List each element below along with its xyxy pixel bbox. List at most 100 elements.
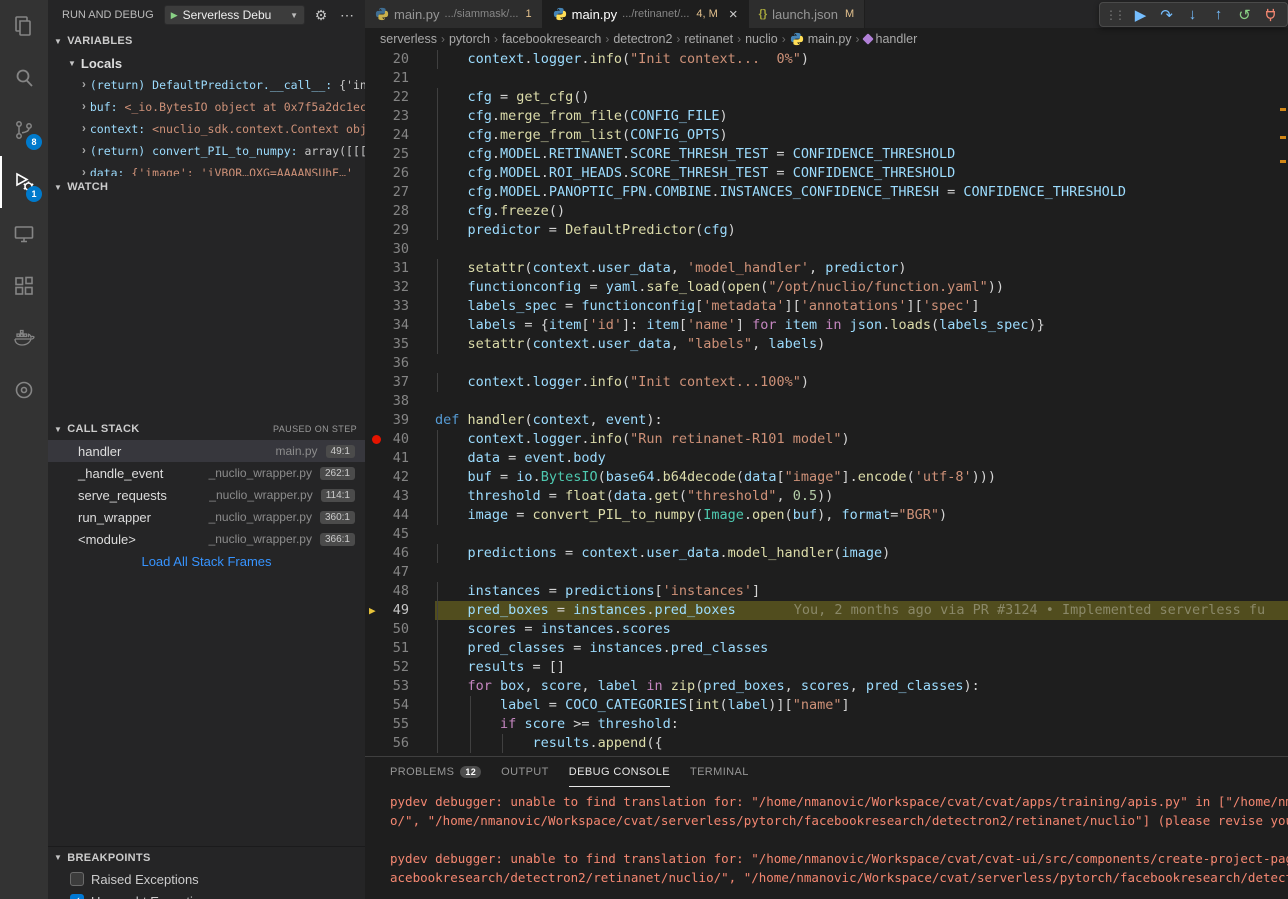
start-debugging-icon[interactable]: ▶	[171, 10, 178, 21]
variable-row[interactable]: ›(return) convert_PIL_to_numpy: array([[…	[48, 140, 365, 162]
watch-section-header[interactable]: ▼ WATCH	[48, 176, 365, 198]
line-gutter[interactable]: 55	[365, 715, 435, 734]
variables-section-header[interactable]: ▼ VARIABLES	[48, 30, 365, 52]
code-line-content[interactable]: context.logger.info("Init context... 0%"…	[435, 50, 1288, 69]
code-line-content[interactable]: results.append({	[435, 734, 1288, 753]
editor-tab-main.py[interactable]: main.py.../retinanet/...4, M×	[543, 0, 749, 28]
code-line-content[interactable]: pred_classes = instances.pred_classes	[435, 639, 1288, 658]
line-gutter[interactable]: 24	[365, 126, 435, 145]
line-gutter[interactable]: ▶49	[365, 601, 435, 620]
code-line-content[interactable]: cfg.freeze()	[435, 202, 1288, 221]
line-gutter[interactable]: 34	[365, 316, 435, 335]
more-actions-icon[interactable]: ⋯	[337, 7, 357, 24]
code-line-content[interactable]	[435, 354, 1288, 373]
checkbox[interactable]: ✓	[70, 894, 84, 899]
line-gutter[interactable]: 33	[365, 297, 435, 316]
toolbar-drag-handle[interactable]: ⋮⋮	[1105, 8, 1123, 22]
panel-tab-output[interactable]: OUTPUT	[501, 757, 549, 787]
stack-frame-row[interactable]: serve_requests_nuclio_wrapper.py114:1	[48, 484, 365, 506]
breakpoint-row[interactable]: ✓Uncaught Exceptions	[48, 890, 365, 899]
line-gutter[interactable]: 42	[365, 468, 435, 487]
line-gutter[interactable]: 21	[365, 69, 435, 88]
load-all-stack-frames-link[interactable]: Load All Stack Frames	[48, 550, 365, 572]
line-gutter[interactable]: 35	[365, 335, 435, 354]
line-gutter[interactable]: 38	[365, 392, 435, 411]
variable-row[interactable]: ›(return) DefaultPredictor.__call__: {'i…	[48, 74, 365, 96]
gear-icon[interactable]: ⚙	[311, 7, 331, 24]
launch-config-dropdown[interactable]: ▶ Serverless Debu ▼	[164, 5, 305, 25]
code-line-content[interactable]: cfg.MODEL.PANOPTIC_FPN.COMBINE.INSTANCES…	[435, 183, 1288, 202]
stack-frame-row[interactable]: <module>_nuclio_wrapper.py366:1	[48, 528, 365, 550]
line-gutter[interactable]: 40	[365, 430, 435, 449]
breakpoints-section-header[interactable]: ▼ BREAKPOINTS	[48, 846, 365, 868]
variable-row[interactable]: ›data: {'image': 'iVBOR…OXG=AAAANSUhE…'	[48, 162, 365, 176]
line-gutter[interactable]: 41	[365, 449, 435, 468]
line-gutter[interactable]: 25	[365, 145, 435, 164]
code-line-content[interactable]: context.logger.info("Run retinanet-R101 …	[435, 430, 1288, 449]
breadcrumb-item-main.py[interactable]: main.py	[790, 32, 852, 46]
activity-source-control[interactable]: 8	[0, 104, 48, 156]
breadcrumb-item-serverless[interactable]: serverless	[380, 32, 437, 46]
code-line-content[interactable]: predictor = DefaultPredictor(cfg)	[435, 221, 1288, 240]
line-gutter[interactable]: 30	[365, 240, 435, 259]
activity-remote-explorer[interactable]	[0, 208, 48, 260]
line-gutter[interactable]: 54	[365, 696, 435, 715]
stack-frame-row[interactable]: _handle_event_nuclio_wrapper.py262:1	[48, 462, 365, 484]
disconnect-button[interactable]	[1259, 4, 1282, 25]
activity-docker[interactable]	[0, 312, 48, 364]
breakpoint-icon[interactable]	[372, 435, 381, 444]
panel-tab-terminal[interactable]: TERMINAL	[690, 757, 749, 787]
line-gutter[interactable]: 31	[365, 259, 435, 278]
code-line-content[interactable]: cfg.merge_from_file(CONFIG_FILE)	[435, 107, 1288, 126]
code-line-content[interactable]: cfg = get_cfg()	[435, 88, 1288, 107]
line-gutter[interactable]: 45	[365, 525, 435, 544]
stack-frame-row[interactable]: handlermain.py49:1	[48, 440, 365, 462]
line-gutter[interactable]: 37	[365, 373, 435, 392]
breadcrumb-item-retinanet[interactable]: retinanet	[684, 32, 733, 46]
code-line-content[interactable]: results = []	[435, 658, 1288, 677]
line-gutter[interactable]: 47	[365, 563, 435, 582]
restart-button[interactable]: ↺	[1233, 4, 1256, 25]
step-over-button[interactable]: ↷	[1155, 4, 1178, 25]
stack-frame-row[interactable]: run_wrapper_nuclio_wrapper.py360:1	[48, 506, 365, 528]
close-icon[interactable]: ×	[729, 7, 738, 22]
code-line-content[interactable]: context.logger.info("Init context...100%…	[435, 373, 1288, 392]
code-line-content[interactable]: def handler(context, event):	[435, 411, 1288, 430]
line-gutter[interactable]: 46	[365, 544, 435, 563]
breadcrumb-item-facebookresearch[interactable]: facebookresearch	[502, 32, 601, 46]
editor-tab-main.py[interactable]: main.py.../siammask/...1	[365, 0, 543, 28]
code-line-content[interactable]: threshold = float(data.get("threshold", …	[435, 487, 1288, 506]
code-line-content[interactable]	[435, 69, 1288, 88]
breadcrumb-item-pytorch[interactable]: pytorch	[449, 32, 490, 46]
code-line-content[interactable]: if score >= threshold:	[435, 715, 1288, 734]
breadcrumb-item-nuclio[interactable]: nuclio	[745, 32, 778, 46]
code-line-content[interactable]: cfg.merge_from_list(CONFIG_OPTS)	[435, 126, 1288, 145]
breakpoint-row[interactable]: Raised Exceptions	[48, 868, 365, 890]
variable-row[interactable]: ›context: <nuclio_sdk.context.Context ob…	[48, 118, 365, 140]
breadcrumb-item-detectron2[interactable]: detectron2	[613, 32, 672, 46]
line-gutter[interactable]: 39	[365, 411, 435, 430]
code-line-content[interactable]: buf = io.BytesIO(base64.b64decode(data["…	[435, 468, 1288, 487]
panel-tab-debug-console[interactable]: DEBUG CONSOLE	[569, 757, 670, 787]
code-line-content[interactable]: labels_spec = functionconfig['metadata']…	[435, 297, 1288, 316]
code-line-content[interactable]: data = event.body	[435, 449, 1288, 468]
code-line-content[interactable]: functionconfig = yaml.safe_load(open("/o…	[435, 278, 1288, 297]
code-line-content[interactable]: setattr(context.user_data, "labels", lab…	[435, 335, 1288, 354]
step-out-button[interactable]: ↑	[1207, 4, 1230, 25]
step-into-button[interactable]: ↓	[1181, 4, 1204, 25]
activity-extensions[interactable]	[0, 260, 48, 312]
code-line-content[interactable]: cfg.MODEL.RETINANET.SCORE_THRESH_TEST = …	[435, 145, 1288, 164]
breadcrumb-item-handler[interactable]: handler	[864, 32, 918, 46]
line-gutter[interactable]: 52	[365, 658, 435, 677]
line-gutter[interactable]: 53	[365, 677, 435, 696]
code-line-content[interactable]: scores = instances.scores	[435, 620, 1288, 639]
line-gutter[interactable]: 26	[365, 164, 435, 183]
line-gutter[interactable]: 44	[365, 506, 435, 525]
code-line-content[interactable]: pred_boxes = instances.pred_boxesYou, 2 …	[435, 601, 1288, 620]
call-stack-section-header[interactable]: ▼ CALL STACK PAUSED ON STEP	[48, 418, 365, 440]
code-line-content[interactable]	[435, 563, 1288, 582]
code-line-content[interactable]: labels = {item['id']: item['name'] for i…	[435, 316, 1288, 335]
editor-tab-launch.json[interactable]: {}launch.jsonM	[749, 0, 866, 28]
line-gutter[interactable]: 23	[365, 107, 435, 126]
code-area[interactable]: 20 context.logger.info("Init context... …	[365, 50, 1288, 756]
